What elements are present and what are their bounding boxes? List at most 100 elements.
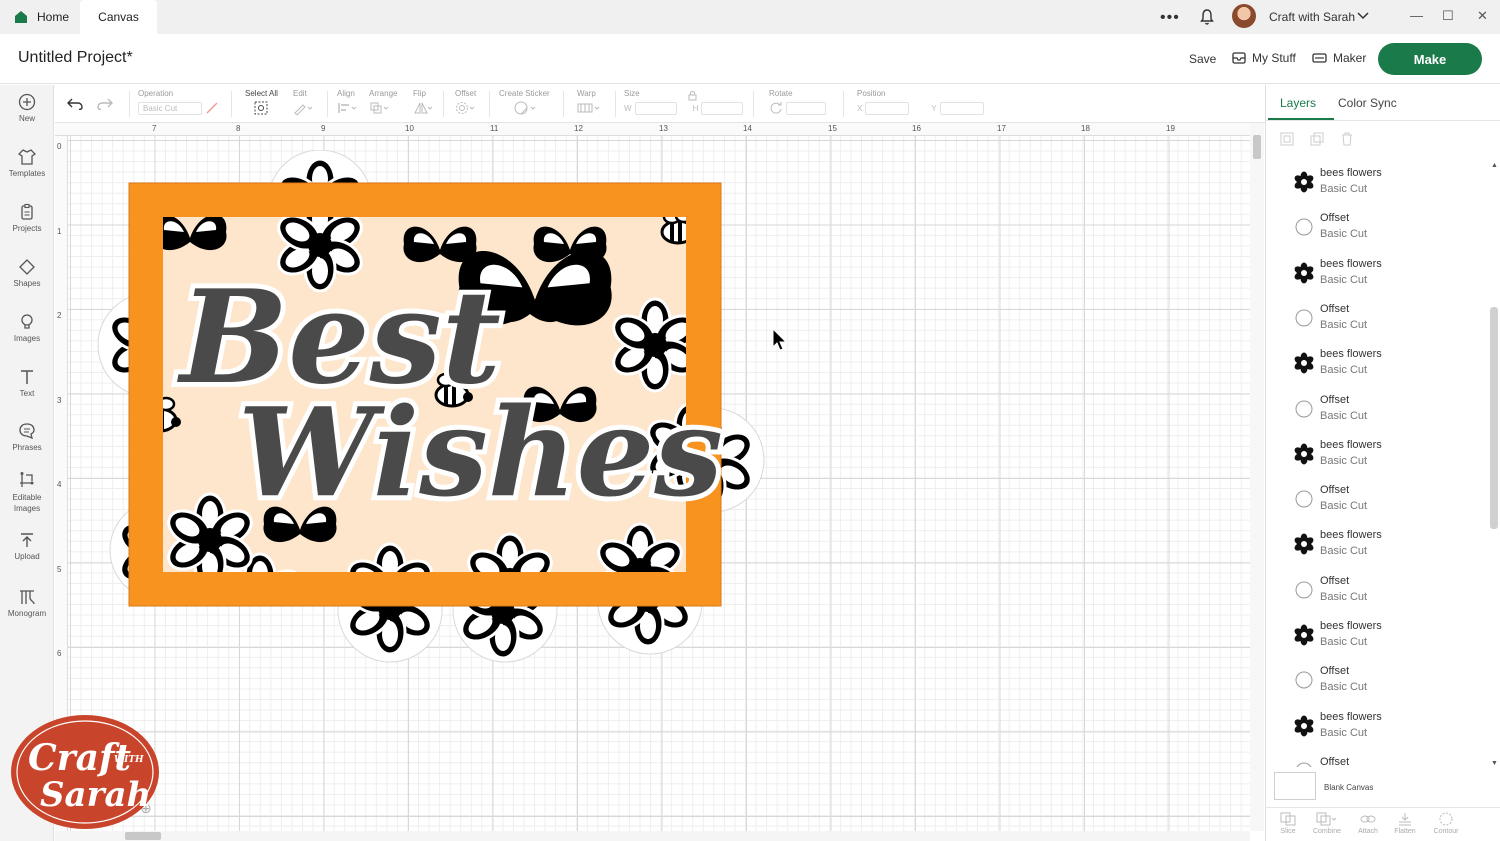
sidebar-item-phrases[interactable]: Phrases xyxy=(0,422,54,452)
size-control[interactable]: Size W H xyxy=(624,89,744,115)
make-button[interactable]: Make xyxy=(1378,43,1482,75)
duplicate-icon[interactable] xyxy=(1310,132,1324,146)
layer-row[interactable]: bees flowers Basic Cut xyxy=(1266,253,1488,298)
tab-home[interactable]: Home xyxy=(0,0,80,34)
undo-icon[interactable] xyxy=(67,98,83,110)
layer-row[interactable]: bees flowers Basic Cut xyxy=(1266,524,1488,569)
layer-row[interactable]: OffsetBasic Cut xyxy=(1266,751,1488,767)
notification-bell-icon[interactable] xyxy=(1199,8,1215,26)
redo-icon[interactable] xyxy=(97,98,113,110)
layer-row[interactable]: bees flowers Basic Cut xyxy=(1266,706,1488,751)
ruler-tick-label: 9 xyxy=(321,124,326,133)
canvas-vertical-scrollbar[interactable] xyxy=(1250,123,1264,831)
ruler-tick-label: 19 xyxy=(1166,124,1175,133)
ruler-tick-label: 13 xyxy=(659,124,668,133)
sidebar-label: Upload xyxy=(14,552,40,561)
align-control[interactable]: Align xyxy=(337,89,359,115)
sidebar-item-new[interactable]: New xyxy=(0,93,54,123)
sidebar-item-editable-images[interactable]: Editable Images xyxy=(0,471,54,514)
user-avatar[interactable] xyxy=(1232,4,1256,28)
layer-name: Offset xyxy=(1320,302,1350,315)
slice-button[interactable]: Slice xyxy=(1268,812,1308,835)
wishes-text[interactable]: Wishes xyxy=(233,375,728,529)
sidebar-item-upload[interactable]: Upload xyxy=(0,531,54,561)
layers-panel: Layers Color Sync bees flowers Basic Cut O… xyxy=(1265,85,1500,841)
logo-sarah: Sarah xyxy=(40,775,151,815)
rotate-input[interactable] xyxy=(786,101,826,115)
arrange-control[interactable]: Arrange xyxy=(369,89,397,115)
layer-row[interactable]: bees flowers Basic Cut xyxy=(1266,343,1488,388)
maximize-window-button[interactable]: ☐ xyxy=(1442,8,1454,24)
layer-list-scrollbar[interactable]: ▲ ▼ xyxy=(1488,162,1500,767)
sidebar-item-text[interactable]: Text xyxy=(0,368,54,398)
close-window-button[interactable]: ✕ xyxy=(1477,8,1488,24)
blank-canvas-swatch[interactable] xyxy=(1274,772,1316,800)
flatten-button[interactable]: Flatten xyxy=(1385,812,1425,835)
align-icon xyxy=(338,103,357,113)
sidebar-label: Projects xyxy=(12,224,42,233)
flatten-label: Flatten xyxy=(1394,828,1416,835)
ruler-tick-label: 12 xyxy=(574,124,583,133)
sidebar-item-projects[interactable]: Projects xyxy=(0,203,54,233)
my-stuff-button[interactable]: My Stuff xyxy=(1232,51,1296,65)
combine-button[interactable]: Combine xyxy=(1307,812,1347,835)
layer-row[interactable]: OffsetBasic Cut xyxy=(1266,298,1488,343)
trash-icon[interactable] xyxy=(1340,132,1354,146)
pen-color-icon[interactable] xyxy=(205,101,219,115)
layer-row[interactable]: OffsetBasic Cut xyxy=(1266,207,1488,252)
height-input[interactable] xyxy=(701,101,744,115)
create-sticker-control[interactable]: Create Sticker xyxy=(499,89,550,115)
canvas-horizontal-scrollbar[interactable] xyxy=(55,831,1250,841)
rotate-control[interactable]: Rotate xyxy=(769,89,826,115)
ruler-tick-label: 1 xyxy=(57,227,62,236)
scroll-up-icon[interactable]: ▲ xyxy=(1491,162,1498,169)
operation-label: Operation xyxy=(138,89,174,98)
scroll-down-icon[interactable]: ▼ xyxy=(1491,760,1498,767)
best-wishes-card-design[interactable]: Best Wishes xyxy=(90,150,770,670)
tab-layers[interactable]: Layers xyxy=(1280,96,1316,110)
select-all-control[interactable]: Select All xyxy=(245,89,278,115)
sidebar-item-monogram[interactable]: Monogram xyxy=(0,588,54,618)
edit-control[interactable]: Edit xyxy=(293,89,313,115)
contour-button[interactable]: Contour xyxy=(1426,812,1466,835)
chevron-down-icon[interactable] xyxy=(1357,11,1369,21)
more-options-icon[interactable]: ••• xyxy=(1160,9,1180,27)
scroll-thumb[interactable] xyxy=(125,832,161,840)
flip-control[interactable]: Flip xyxy=(413,89,433,115)
layer-row[interactable]: bees flowers Basic Cut xyxy=(1266,434,1488,479)
arrange-icon xyxy=(370,102,389,114)
position-y-input[interactable] xyxy=(939,101,984,115)
position-control[interactable]: Position X Y xyxy=(857,89,984,115)
layer-row[interactable]: OffsetBasic Cut xyxy=(1266,660,1488,705)
width-input[interactable] xyxy=(634,101,677,115)
sidebar-item-templates[interactable]: Templates xyxy=(0,148,54,178)
layer-row[interactable]: bees flowers Basic Cut xyxy=(1266,615,1488,660)
attach-button[interactable]: Attach xyxy=(1348,812,1388,835)
project-header: Untitled Project* Save My Stuff Maker Ma… xyxy=(0,34,1500,84)
scroll-thumb[interactable] xyxy=(1490,307,1498,529)
minimize-window-button[interactable]: — xyxy=(1410,8,1423,23)
account-name[interactable]: Craft with Sarah xyxy=(1269,10,1355,24)
layer-operation: Basic Cut xyxy=(1320,454,1368,467)
sidebar-item-shapes[interactable]: Shapes xyxy=(0,258,54,288)
edit-pencil-icon xyxy=(294,104,313,115)
tab-canvas[interactable]: Canvas xyxy=(80,0,157,34)
scroll-thumb[interactable] xyxy=(1253,135,1261,159)
operation-select[interactable]: Basic Cut xyxy=(138,101,202,115)
attach-icon xyxy=(1360,815,1376,823)
operation-control[interactable]: Operation Basic Cut xyxy=(138,89,219,115)
position-x-input[interactable] xyxy=(865,101,910,115)
offset-control[interactable]: Offset xyxy=(455,89,477,115)
layer-row[interactable]: OffsetBasic Cut xyxy=(1266,479,1488,524)
maker-button[interactable]: Maker xyxy=(1312,51,1366,65)
group-icon[interactable] xyxy=(1280,132,1294,146)
layer-row[interactable]: OffsetBasic Cut xyxy=(1266,570,1488,615)
project-title[interactable]: Untitled Project* xyxy=(18,49,133,67)
warp-control[interactable]: Warp xyxy=(577,89,603,115)
layer-row[interactable]: OffsetBasic Cut xyxy=(1266,389,1488,434)
save-button[interactable]: Save xyxy=(1189,52,1216,66)
tab-color-sync[interactable]: Color Sync xyxy=(1338,96,1397,110)
lock-icon[interactable] xyxy=(688,90,697,101)
layer-row[interactable]: bees flowers Basic Cut xyxy=(1266,162,1488,207)
sidebar-item-images[interactable]: Images xyxy=(0,313,54,343)
